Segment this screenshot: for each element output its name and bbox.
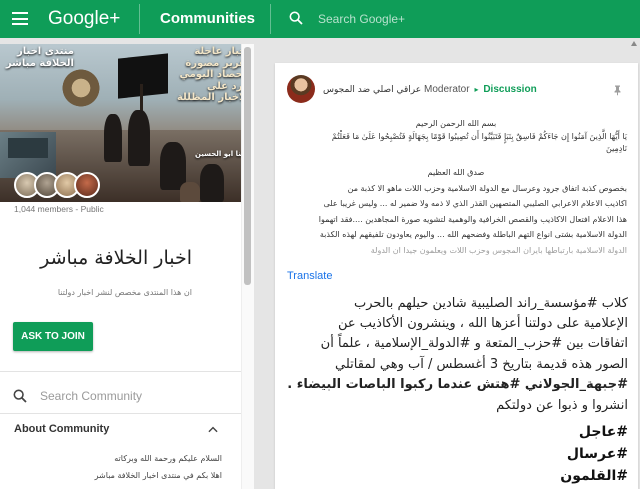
post-paragraph-line: هذا الاعلام افتعال الاكاذيب والقصص الخرا…: [318, 215, 627, 224]
menu-icon[interactable]: [12, 12, 28, 25]
page-title[interactable]: Communities: [160, 10, 255, 27]
community-cover-image: منتدى اخبار الخلافة مباشر اخبار عاجلة تق…: [0, 44, 254, 202]
hashtag-link[interactable]: #القلمون: [285, 466, 628, 486]
about-text-line: السلام عليكم ورحمة الله وبركاته: [114, 454, 222, 463]
community-name: اخبار الخلافة مباشر: [40, 247, 192, 269]
post-paragraph-line: بخصوص كذبة اتفاق جرود وعرسال مع الدولة ا…: [347, 184, 627, 193]
community-search[interactable]: [12, 387, 240, 407]
community-sidebar: منتدى اخبار الخلافة مباشر اخبار عاجلة تق…: [0, 44, 254, 489]
header-divider: [139, 4, 140, 34]
search-icon[interactable]: [12, 388, 28, 404]
post-body-line: كلاب #مؤسسة_راند الصليبية شادين حيلهم با…: [353, 296, 628, 311]
hashtag-link[interactable]: #عرسال: [285, 444, 628, 464]
cover-caption-right: اخبار عاجلة تقرير مصورة الحصاد اليومي ال…: [176, 46, 250, 103]
search-icon[interactable]: [288, 10, 304, 26]
community-tagline: ان هذا المنتدى مخصص لنشر اخبار دولتنا: [57, 288, 192, 297]
translate-link[interactable]: Translate: [287, 270, 332, 282]
author-name[interactable]: عراقي اصلي ضد المجوس: [323, 85, 421, 95]
arrow-right-icon: ▸: [474, 85, 479, 94]
post-category[interactable]: Discussion: [483, 84, 536, 95]
global-search[interactable]: [288, 10, 628, 28]
pin-icon: [614, 85, 621, 96]
community-search-input[interactable]: [40, 387, 230, 405]
ask-to-join-button[interactable]: ASK TO JOIN: [13, 322, 93, 351]
post-body-line: الإعلامية على دولتنا أعزها الله ، وينشرو…: [338, 316, 628, 331]
post-body-line: اتفاقات بين #حزب_المتعة و #الدولة_الإسلا…: [320, 336, 628, 351]
post-verse-end: نَادِمِينَ: [605, 144, 627, 153]
about-community-header[interactable]: About Community: [14, 423, 109, 435]
post-header: عراقي اصلي ضد المجوس Moderator ▸ Discuss…: [323, 84, 537, 95]
author-role: Moderator: [423, 84, 470, 95]
divider: [0, 371, 254, 372]
member-count: 1,044 members - Public: [14, 204, 104, 214]
author-avatar[interactable]: [287, 75, 315, 103]
expand-less-icon[interactable]: [206, 423, 220, 437]
cover-caption-small: كلنا ابو الحسين: [194, 150, 248, 158]
post-basmala: بسم الله الرحمن الرحيم: [415, 119, 497, 128]
page-scrollbar[interactable]: [628, 38, 640, 489]
post-paragraph-line: الدولة الاسلامية بشتى انواع التهم الباطل…: [319, 230, 627, 239]
post-paragraph-line: اكاذيب الاعلام الاعرابي الصليبي المتصهين…: [323, 199, 628, 208]
hashtag-link[interactable]: #عاجل: [285, 422, 628, 442]
cover-caption-left: منتدى اخبار الخلافة مباشر: [5, 46, 74, 69]
global-search-input[interactable]: [318, 10, 618, 28]
app-header: Google+ Communities: [0, 0, 640, 38]
header-divider: [270, 4, 271, 34]
post-body-line: انشروا و ذبوا عن دولتكم: [496, 398, 628, 413]
member-photo[interactable]: [74, 172, 100, 198]
post-card: عراقي اصلي ضد المجوس Moderator ▸ Discuss…: [275, 63, 638, 489]
sidebar-scrollbar-thumb[interactable]: [244, 47, 251, 285]
post-verse: يَا أَيُّهَا الَّذِينَ آمَنُوا إِن جَاءَ…: [331, 132, 627, 141]
about-text-line: اهلا بكم في منتدى اخبار الخلافة مباشر: [94, 471, 222, 480]
divider: [0, 413, 254, 414]
text-fade-overlay: [275, 249, 638, 271]
flag-graphic: [118, 53, 168, 99]
post-body-line: #جبهة_الجولاني #هتش عندما ركبوا الباصات …: [287, 377, 628, 392]
google-plus-logo[interactable]: Google+: [48, 8, 120, 30]
post-body-line: الصور هذه قديمة بتاريخ 3 أغسطس / آب وهي …: [335, 357, 628, 372]
post-sadaqa: صدق الله العظيم: [427, 168, 485, 177]
